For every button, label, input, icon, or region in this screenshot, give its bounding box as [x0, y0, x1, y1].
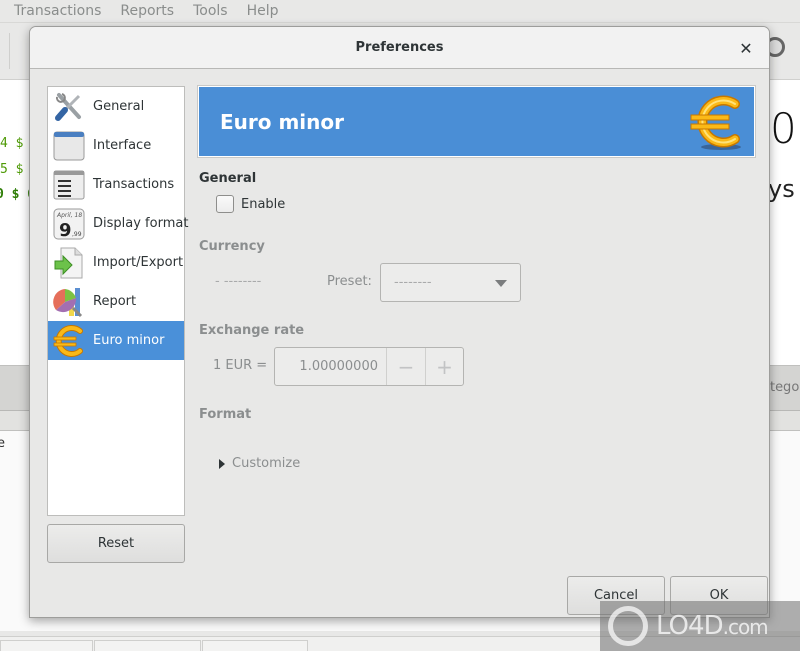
import-export-icon	[52, 246, 86, 280]
exchange-rate-spinbutton[interactable]: 1.00000000 − +	[274, 347, 464, 386]
chevron-down-icon	[495, 280, 507, 287]
enable-checkbox-row[interactable]: Enable	[216, 195, 285, 213]
customize-label: Customize	[232, 456, 301, 471]
background-status-tab[interactable]	[0, 640, 93, 651]
preferences-sidebar: General Interface Transactions April, 18…	[47, 86, 188, 516]
sidebar-item-report[interactable]: Report	[48, 282, 184, 321]
report-icon	[52, 285, 86, 319]
background-menubar: Transactions Reports Tools Help	[0, 0, 800, 22]
menu-reports[interactable]: Reports	[120, 3, 174, 19]
svg-text:,99: ,99	[72, 231, 82, 238]
background-status-tab[interactable]	[202, 640, 308, 651]
sidebar-item-transactions[interactable]: Transactions	[48, 165, 184, 204]
sidebar-item-label: Interface	[93, 138, 152, 153]
expander-arrow-icon	[219, 458, 225, 469]
exchange-rate-heading: Exchange rate	[199, 323, 305, 338]
close-button[interactable]: ✕	[736, 38, 756, 58]
reset-button[interactable]: Reset	[47, 524, 185, 563]
sidebar-item-euro-minor[interactable]: Euro minor	[48, 321, 184, 360]
increment-button[interactable]: +	[425, 348, 463, 385]
euro-icon	[688, 93, 744, 151]
currency-value: - --------	[215, 274, 262, 289]
close-icon: ✕	[739, 38, 753, 58]
window-icon	[52, 129, 86, 163]
currency-heading: Currency	[199, 239, 265, 254]
sidebar-item-label: Report	[93, 294, 137, 309]
sidebar-item-general[interactable]: General	[48, 87, 184, 126]
watermark: LO4D.com	[600, 601, 800, 651]
enable-label: Enable	[241, 196, 286, 212]
dialog-title: Preferences	[355, 40, 444, 55]
preset-dropdown[interactable]: --------	[380, 263, 521, 302]
sidebar-item-import-export[interactable]: Import/Export	[48, 243, 184, 282]
page-title: Euro minor	[220, 109, 345, 134]
background-amount: 5 $	[0, 162, 24, 177]
page-banner: Euro minor	[197, 85, 756, 158]
sidebar-item-label: Euro minor	[93, 333, 165, 348]
preferences-dialog: Preferences ✕ General Interface Transact…	[29, 26, 770, 618]
list-icon	[52, 168, 86, 202]
background-days-text: ys	[768, 175, 795, 203]
sidebar-item-label: Import/Export	[93, 255, 184, 270]
euro-icon	[52, 324, 86, 358]
dialog-titlebar[interactable]: Preferences ✕	[30, 27, 769, 69]
sidebar-item-display-format[interactable]: April, 18 9 ,99 Display format	[48, 204, 188, 243]
sidebar-item-label: General	[93, 99, 145, 114]
menu-transactions[interactable]: Transactions	[14, 3, 101, 19]
watermark-logo-icon	[608, 606, 648, 646]
background-list-text: e	[0, 436, 5, 451]
preset-label: Preset:	[327, 274, 372, 289]
watermark-text: LO4D.com	[656, 611, 769, 641]
toolbar-separator	[9, 33, 10, 69]
enable-checkbox[interactable]	[216, 195, 234, 213]
svg-text:April, 18: April, 18	[56, 212, 82, 219]
svg-text:9: 9	[59, 220, 72, 240]
sidebar-item-label: Display format	[93, 216, 189, 231]
background-big-number: 0	[770, 104, 797, 153]
exchange-rate-input[interactable]: 1.00000000	[275, 348, 387, 385]
sidebar-item-label: Transactions	[93, 177, 175, 192]
background-amount: 4 $	[0, 136, 24, 151]
menu-help[interactable]: Help	[247, 3, 279, 19]
preset-selected-value: --------	[394, 275, 432, 290]
menu-tools[interactable]: Tools	[193, 3, 228, 19]
background-status-tab[interactable]	[94, 640, 201, 651]
tools-icon	[52, 90, 86, 124]
sidebar-item-interface[interactable]: Interface	[48, 126, 184, 165]
format-heading: Format	[199, 407, 252, 422]
exchange-rate-prefix: 1 EUR =	[213, 358, 268, 373]
calendar-icon: April, 18 9 ,99	[52, 207, 86, 241]
customize-expander[interactable]: Customize	[219, 456, 300, 471]
general-heading: General	[199, 171, 257, 186]
decrement-button[interactable]: −	[387, 348, 425, 385]
